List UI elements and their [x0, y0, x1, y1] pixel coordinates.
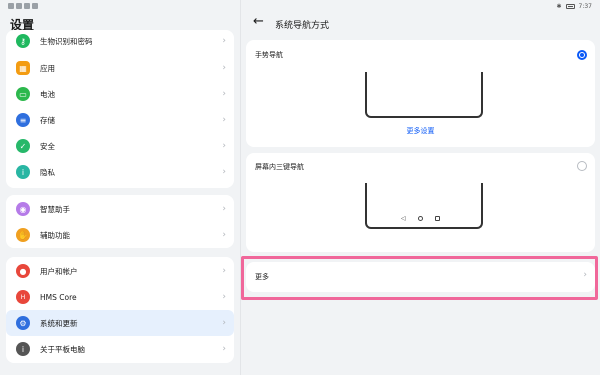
chevron-right-icon: ›: [222, 63, 226, 73]
chevron-right-icon: ›: [222, 204, 226, 214]
settings-group-1: ⚷ 生物识别和密码 › ▦ 应用 › ▭ 电池 › ≡ 存储 › ✓ 安全 › …: [6, 30, 234, 188]
back-arrow-icon[interactable]: ←: [253, 14, 264, 29]
gesture-navigation-card[interactable]: 手势导航 更多设置: [246, 40, 595, 147]
back-triangle-icon: ◁: [401, 215, 406, 222]
sidebar-item-privacy[interactable]: i 隐私 ›: [6, 159, 234, 185]
sidebar-item-label: 电池: [40, 89, 55, 99]
sidebar-item-label: 隐私: [40, 167, 55, 177]
sidebar-item-system-update[interactable]: ⚙ 系统和更新 ›: [6, 310, 234, 336]
chevron-right-icon: ›: [222, 115, 226, 125]
sidebar-item-users-accounts[interactable]: ● 用户和帐户 ›: [6, 258, 234, 284]
gesture-navigation-radio[interactable]: [577, 50, 587, 60]
highlight-annotation: [241, 256, 598, 300]
system-gear-icon: ⚙: [16, 316, 30, 330]
gesture-navigation-title: 手势导航: [255, 51, 283, 59]
sidebar-item-smart-assistant[interactable]: ◉ 智慧助手 ›: [6, 196, 234, 222]
three-key-navigation-illustration: [365, 183, 483, 229]
storage-icon: ≡: [16, 113, 30, 127]
sidebar-item-label: 存储: [40, 115, 55, 125]
sidebar-item-label: 智慧助手: [40, 204, 70, 214]
sidebar-item-accessibility[interactable]: ✋ 辅助功能 ›: [6, 222, 234, 248]
sidebar-item-label: 生物识别和密码: [40, 36, 93, 46]
apps-icon: ▦: [16, 61, 30, 75]
hms-core-icon: H: [16, 290, 30, 304]
settings-group-2: ◉ 智慧助手 › ✋ 辅助功能 ›: [6, 195, 234, 248]
privacy-icon: i: [16, 165, 30, 179]
settings-list-pane: 设置 ⚷ 生物识别和密码 › ▦ 应用 › ▭ 电池 › ≡ 存储 › ✓ 安全…: [0, 0, 240, 375]
shield-icon: ✓: [16, 139, 30, 153]
sidebar-item-label: HMS Core: [40, 292, 77, 302]
sidebar-item-label: 关于平板电脑: [40, 344, 85, 354]
sidebar-item-label: 系统和更新: [40, 318, 78, 328]
chevron-right-icon: ›: [222, 36, 226, 46]
page-title: 系统导航方式: [275, 21, 330, 31]
sidebar-item-biometrics[interactable]: ⚷ 生物识别和密码 ›: [6, 30, 234, 54]
sidebar-item-label: 安全: [40, 141, 55, 151]
chevron-right-icon: ›: [222, 292, 226, 302]
recent-square-icon: [434, 216, 440, 221]
home-circle-icon: [417, 216, 423, 221]
sidebar-item-label: 应用: [40, 63, 55, 73]
key-icon: ⚷: [16, 34, 30, 48]
sidebar-item-apps[interactable]: ▦ 应用 ›: [6, 55, 234, 81]
three-key-navigation-radio[interactable]: [577, 161, 587, 171]
three-key-navigation-card[interactable]: 屏幕内三键导航 ◁: [246, 153, 595, 252]
chevron-right-icon: ›: [222, 318, 226, 328]
battery-icon: ▭: [16, 87, 30, 101]
system-navigation-pane: ← 系统导航方式 手势导航 更多设置 屏幕内三键导航 ◁ 更多 ›: [240, 0, 600, 375]
chevron-right-icon: ›: [222, 141, 226, 151]
gesture-navigation-illustration: [365, 72, 483, 118]
accessibility-icon: ✋: [16, 228, 30, 242]
sidebar-item-storage[interactable]: ≡ 存储 ›: [6, 107, 234, 133]
sidebar-item-hms-core[interactable]: H HMS Core ›: [6, 284, 234, 310]
chevron-right-icon: ›: [222, 230, 226, 240]
chevron-right-icon: ›: [222, 167, 226, 177]
more-settings-link[interactable]: 更多设置: [246, 126, 595, 136]
sidebar-item-label: 辅助功能: [40, 230, 70, 240]
chevron-right-icon: ›: [222, 89, 226, 99]
sidebar-item-battery[interactable]: ▭ 电池 ›: [6, 81, 234, 107]
chevron-right-icon: ›: [222, 344, 226, 354]
virtual-nav-buttons: ◁: [401, 215, 440, 222]
chevron-right-icon: ›: [222, 266, 226, 276]
sidebar-item-about-tablet[interactable]: i 关于平板电脑 ›: [6, 336, 234, 362]
sidebar-item-security[interactable]: ✓ 安全 ›: [6, 133, 234, 159]
three-key-navigation-title: 屏幕内三键导航: [255, 163, 304, 171]
assistant-icon: ◉: [16, 202, 30, 216]
sidebar-item-label: 用户和帐户: [40, 266, 78, 276]
settings-group-3: ● 用户和帐户 › H HMS Core › ⚙ 系统和更新 › i 关于平板电…: [6, 257, 234, 363]
about-info-icon: i: [16, 342, 30, 356]
user-icon: ●: [16, 264, 30, 278]
